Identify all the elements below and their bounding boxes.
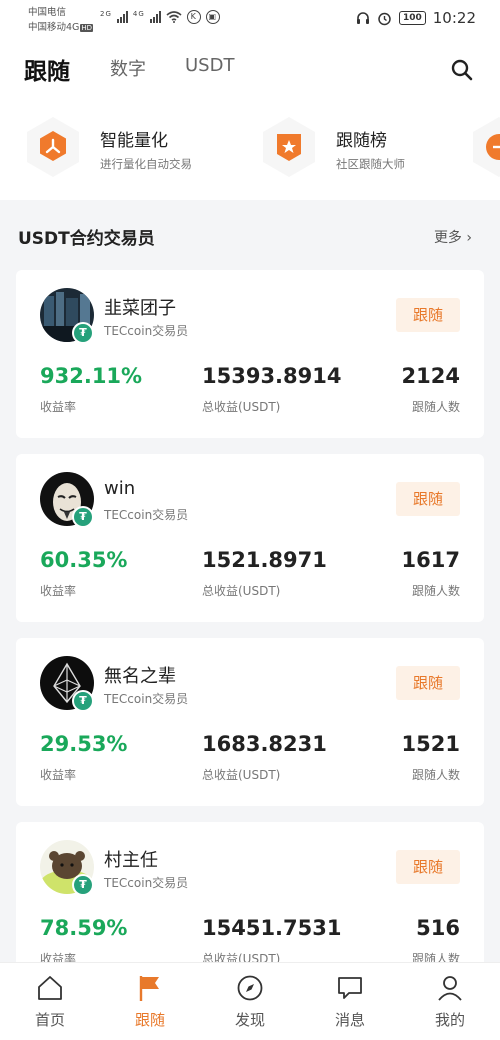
total-profit: 15393.8914 <box>202 364 342 388</box>
trader-name: 無名之辈 <box>104 666 176 687</box>
headphones-icon <box>356 12 369 24</box>
return-rate-label: 收益率 <box>40 768 77 782</box>
trader-name: win <box>104 478 136 499</box>
trader-role: TECcoin交易员 <box>104 324 189 338</box>
compass-icon <box>237 975 263 1001</box>
total-profit-label: 总收益(USDT) <box>202 400 281 414</box>
carrier-info: 中国电信 中国移动4G HD <box>28 5 94 36</box>
flag-icon <box>139 976 159 1001</box>
total-profit: 1683.8231 <box>202 732 327 756</box>
trader-role: TECcoin交易员 <box>104 692 189 706</box>
return-rate: 29.53% <box>40 732 128 756</box>
feature-leaderboard[interactable]: 跟随榜 社区跟随大师 <box>256 114 466 184</box>
tether-badge-icon: ₮ <box>72 506 94 528</box>
net-4g-label: 4G <box>132 10 145 18</box>
tab-usdt[interactable]: USDT <box>185 55 234 76</box>
tether-badge-icon: ₮ <box>72 322 94 344</box>
follower-count: 516 <box>416 916 460 940</box>
nav-messages-label: 消息 <box>334 1011 365 1029</box>
trader-card[interactable]: ₮ 無名之辈 TECcoin交易员 跟随 29.53% 收益率 1683.823… <box>16 638 484 806</box>
signal-icon-2 <box>149 11 161 23</box>
tether-badge-icon: ₮ <box>72 874 94 896</box>
nav-discover-label: 发现 <box>234 1011 265 1029</box>
nav-messages[interactable]: 消息 <box>320 973 380 1030</box>
nav-follow-label: 跟随 <box>134 1011 165 1029</box>
follower-count: 1521 <box>401 732 460 756</box>
nav-discover[interactable]: 发现 <box>220 973 280 1030</box>
clock-time: 10:22 <box>432 9 476 27</box>
hd-badge: HD <box>80 24 94 32</box>
feature-leaderboard-title: 跟随榜 <box>336 131 387 151</box>
trader-card[interactable]: ₮ 韭菜团子 TECcoin交易员 跟随 932.11% 收益率 15393.8… <box>16 270 484 438</box>
nav-profile-label: 我的 <box>434 1011 465 1029</box>
user-icon <box>438 976 462 1001</box>
follower-count: 1617 <box>401 548 460 572</box>
carrier-1: 中国电信 <box>28 7 67 18</box>
alarm-icon <box>378 12 391 25</box>
return-rate: 60.35% <box>40 548 128 572</box>
section-title: USDT合约交易员 <box>18 229 155 249</box>
trader-role: TECcoin交易员 <box>104 876 189 890</box>
trader-role: TECcoin交易员 <box>104 508 189 522</box>
k-app-icon: K <box>186 10 201 24</box>
trader-name: 韭菜团子 <box>104 298 176 319</box>
message-icon <box>338 977 362 999</box>
return-rate: 932.11% <box>40 364 143 388</box>
total-profit-label: 总收益(USDT) <box>202 768 281 782</box>
return-rate-label: 收益率 <box>40 584 77 598</box>
nav-follow[interactable]: 跟随 <box>120 973 180 1030</box>
follower-count-label: 跟随人数 <box>411 768 460 782</box>
carrier-2: 中国移动4G HD <box>28 22 94 33</box>
bottom-nav: 首页 跟随 发现 消息 我的 <box>0 962 500 1040</box>
tether-badge-icon: ₮ <box>72 690 94 712</box>
status-right: 100 10:22 <box>356 9 476 27</box>
more-link[interactable]: 更多 › <box>434 227 472 247</box>
search-icon[interactable] <box>450 58 474 82</box>
status-bar: 中国电信 中国移动4G HD 2G 4G K ▣ 100 10:22 <box>0 0 500 40</box>
signal-icon-1 <box>116 11 128 23</box>
nav-profile[interactable]: 我的 <box>420 973 480 1030</box>
feature-quant[interactable]: 智能量化 进行量化自动交易 <box>20 114 240 184</box>
follower-count-label: 跟随人数 <box>411 584 460 598</box>
wifi-icon <box>166 11 182 23</box>
network-icons: 2G 4G K ▣ <box>100 10 220 24</box>
trader-card[interactable]: ₮ win TECcoin交易员 跟随 60.35% 收益率 1521.8971… <box>16 454 484 622</box>
more-feature-icon[interactable] <box>466 114 500 180</box>
app-notify-icon: ▣ <box>205 10 220 24</box>
follow-button[interactable]: 跟随 <box>396 298 460 332</box>
follow-button[interactable]: 跟随 <box>396 482 460 516</box>
feature-shortcuts: 智能量化 进行量化自动交易 跟随榜 社区跟随大师 <box>0 100 500 200</box>
follow-button[interactable]: 跟随 <box>396 850 460 884</box>
net-2g-label: 2G <box>100 10 112 18</box>
return-rate-label: 收益率 <box>40 400 77 414</box>
feature-leaderboard-subtitle: 社区跟随大师 <box>336 157 405 171</box>
total-profit-label: 总收益(USDT) <box>202 584 281 598</box>
tab-follow[interactable]: 跟随 <box>24 52 70 86</box>
quant-icon <box>27 117 79 177</box>
follower-count: 2124 <box>401 364 460 388</box>
tab-digital[interactable]: 数字 <box>110 55 146 81</box>
nav-home-label: 首页 <box>34 1011 65 1029</box>
top-header: 跟随 数字 USDT <box>0 40 500 100</box>
feature-quant-subtitle: 进行量化自动交易 <box>100 157 192 171</box>
total-profit: 15451.7531 <box>202 916 342 940</box>
battery-icon: 100 <box>398 11 426 25</box>
follower-count-label: 跟随人数 <box>411 400 460 414</box>
total-profit: 1521.8971 <box>202 548 327 572</box>
feature-quant-title: 智能量化 <box>100 131 168 151</box>
star-badge-icon <box>263 117 315 177</box>
home-icon <box>38 976 62 1000</box>
return-rate: 78.59% <box>40 916 128 940</box>
follow-button[interactable]: 跟随 <box>396 666 460 700</box>
nav-home[interactable]: 首页 <box>20 973 80 1030</box>
trader-name: 村主任 <box>104 850 158 871</box>
